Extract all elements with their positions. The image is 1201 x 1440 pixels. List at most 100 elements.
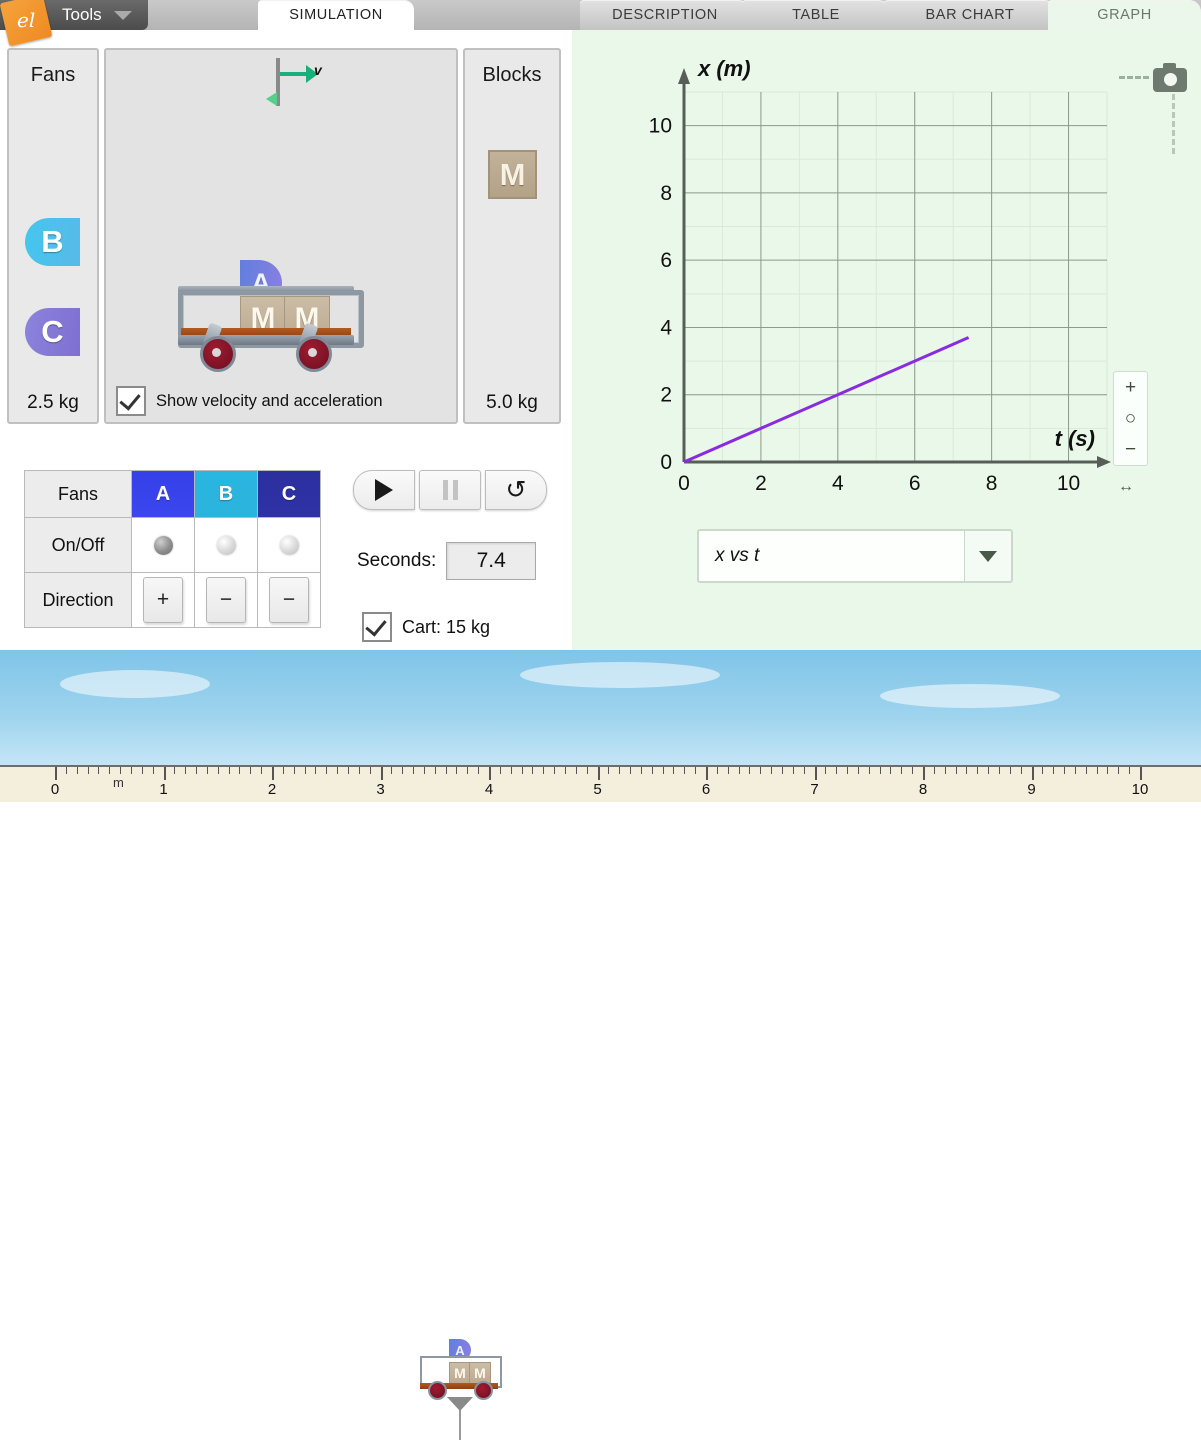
ruler-tick-minor <box>771 767 773 774</box>
fan-chip-b[interactable]: B <box>25 218 80 266</box>
onoff-cell-a[interactable] <box>131 517 195 573</box>
ruler-tick-minor <box>554 767 556 774</box>
fan-column-b[interactable]: B <box>194 470 258 518</box>
ruler-tick-minor <box>65 767 67 774</box>
fan-chip-b-label: B <box>41 224 64 259</box>
reset-button[interactable]: ↺ <box>485 470 547 510</box>
ruler-tick-minor <box>315 767 317 774</box>
fan-column-c-label: C <box>281 482 297 505</box>
zoom-out-button[interactable]: − <box>1125 440 1136 459</box>
ruler-tick-minor <box>196 767 198 774</box>
seconds-row: Seconds: 7.4 <box>357 542 537 580</box>
graph-variable-dropdown[interactable]: x vs t <box>697 529 1013 583</box>
ruler-tick-major <box>597 767 600 780</box>
direction-button-a[interactable]: + <box>143 577 183 623</box>
ruler-tick-minor <box>1053 767 1055 774</box>
dropdown-arrow[interactable] <box>965 531 1011 581</box>
ruler-tick-minor <box>261 767 263 774</box>
tab-simulation-label: SIMULATION <box>289 7 383 23</box>
scene-cart-block-1: M <box>449 1362 471 1384</box>
ruler-tick-minor <box>402 767 404 774</box>
onoff-cell-b[interactable] <box>194 517 258 573</box>
show-velocity-checkbox-row[interactable]: Show velocity and acceleration <box>116 386 383 416</box>
ruler-tick-minor <box>543 767 545 774</box>
ruler-tick-minor <box>1009 767 1011 774</box>
ruler-tick-minor <box>738 767 740 774</box>
show-velocity-checkbox[interactable] <box>116 386 146 416</box>
ruler-tick-minor <box>966 767 968 774</box>
ruler-tick-minor <box>1064 767 1066 774</box>
tab-simulation[interactable]: SIMULATION <box>258 0 414 30</box>
ruler-tick-minor <box>977 767 979 774</box>
ruler-label: 4 <box>484 781 494 798</box>
cart-wheel-hub-left <box>212 348 221 357</box>
tab-bar-chart[interactable]: BAR CHART <box>884 0 1056 30</box>
ruler-tick-major <box>380 767 383 780</box>
cloud-3 <box>880 684 1060 708</box>
ruler-tick-minor <box>640 767 642 774</box>
ruler-tick-minor <box>1129 767 1131 774</box>
direction-cell-a: + <box>131 572 195 628</box>
play-button[interactable] <box>353 470 415 510</box>
ruler-tick-minor <box>608 767 610 774</box>
ruler-tick-minor <box>98 767 100 774</box>
direction-cell-c: − <box>257 572 321 628</box>
scene-cart[interactable]: A M M <box>420 1339 502 1400</box>
graph-pane: 0 2 4 6 8 10 0 2 4 6 8 10 x (m) t (s) x vs t <box>572 30 1201 650</box>
seconds-value[interactable]: 7.4 <box>446 542 537 580</box>
onoff-led-a[interactable] <box>153 535 173 555</box>
ruler-tick-minor <box>87 767 89 774</box>
ruler-tick-major <box>923 767 925 780</box>
scene-cart-wheel-right <box>474 1381 493 1400</box>
ruler-tick-minor <box>239 767 241 774</box>
graph-zoom-controls[interactable]: + ○ − <box>1113 371 1148 466</box>
ruler-tick-minor <box>250 767 252 774</box>
zoom-in-button[interactable]: + <box>1125 378 1136 397</box>
block-chip-m-label: M <box>499 156 526 192</box>
ruler-tick-minor <box>358 767 360 774</box>
tab-description[interactable]: DESCRIPTION <box>580 0 750 30</box>
play-icon <box>375 479 393 501</box>
horizontal-scale-icon[interactable]: ↔ <box>1118 478 1134 496</box>
graph-variable-value: x vs t <box>699 531 965 581</box>
pause-icon <box>442 480 458 500</box>
ruler-tick-minor <box>369 767 371 774</box>
ruler-tick-minor <box>575 767 577 774</box>
ruler-tick-minor <box>781 767 783 774</box>
ruler-tick-minor <box>998 767 1000 774</box>
fan-column-a[interactable]: A <box>131 470 195 518</box>
svg-text:10: 10 <box>649 115 672 138</box>
ruler-label: 9 <box>1027 781 1036 798</box>
block-chip-m[interactable]: M <box>488 150 537 199</box>
position-marker[interactable] <box>447 1397 473 1411</box>
ruler-tick-minor <box>478 767 480 774</box>
cart-wheel-right <box>296 336 332 372</box>
tab-table[interactable]: TABLE <box>742 0 890 30</box>
svg-text:0: 0 <box>660 451 672 474</box>
cart-checkbox[interactable] <box>362 612 392 642</box>
fan-column-c[interactable]: C <box>257 470 321 518</box>
show-velocity-label: Show velocity and acceleration <box>156 391 383 410</box>
ruler-label: 8 <box>918 781 928 798</box>
onoff-cell-c[interactable] <box>257 517 321 573</box>
direction-button-b[interactable]: − <box>206 577 246 623</box>
stage-panel[interactable]: v A M M Show velocity and acceleration <box>104 48 458 424</box>
ruler-label: 7 <box>810 781 819 798</box>
velocity-label: v <box>314 62 322 78</box>
onoff-led-c[interactable] <box>279 535 299 555</box>
ruler-tick-minor <box>1020 767 1022 774</box>
direction-button-c[interactable]: − <box>269 577 309 623</box>
cart-mass-row[interactable]: Cart: 15 kg <box>362 612 490 642</box>
camera-icon[interactable] <box>1153 63 1187 94</box>
fan-chip-c[interactable]: C <box>25 308 80 356</box>
scene-ruler[interactable]: m 0 1 2 3 4 5 6 7 8 9 10 <box>0 765 1201 802</box>
pause-button[interactable] <box>419 470 481 510</box>
ruler-tick-minor <box>337 767 339 774</box>
onoff-led-b[interactable] <box>216 535 236 555</box>
zoom-reset-button[interactable]: ○ <box>1125 409 1136 428</box>
tab-table-label: TABLE <box>792 7 840 23</box>
svg-text:t (s): t (s) <box>1055 426 1095 451</box>
tab-graph[interactable]: GRAPH <box>1048 0 1201 30</box>
fans-panel-title: Fans <box>30 64 76 86</box>
cart[interactable]: A M M <box>178 260 364 372</box>
